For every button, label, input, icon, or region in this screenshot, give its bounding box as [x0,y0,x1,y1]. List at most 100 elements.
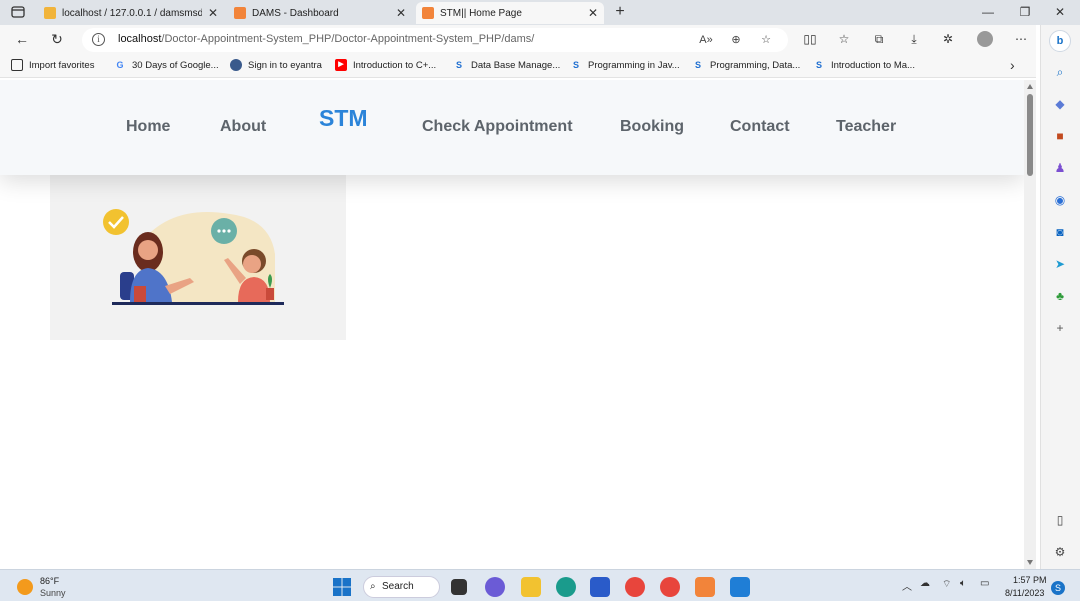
close-tab-icon[interactable]: ✕ [208,6,218,20]
scrollbar-thumb[interactable] [1027,94,1033,176]
screen: localhost / 127.0.0.1 / damsmsdb ✕ DAMS … [0,0,1080,601]
chrome-icon[interactable] [625,577,645,597]
settings-gear-icon[interactable]: ⚙ [1051,543,1069,561]
minimize-button[interactable]: — [970,2,1006,22]
favorite-star-icon[interactable]: ☆ [758,32,774,48]
tree-icon[interactable]: ♣ [1051,287,1069,305]
bookmark-intro-ma[interactable]: S Introduction to Ma... [813,59,915,71]
favorites-icon[interactable]: ☆ [836,31,852,47]
taskbar-search[interactable]: ⌕ Search [363,576,440,598]
chevron-up-icon[interactable]: ︿ [902,578,912,593]
refresh-button[interactable]: ↻ [47,29,67,49]
bookmark-youtube[interactable]: ▶ Introduction to C+... [335,59,436,71]
url-text[interactable]: localhost/Doctor-Appointment-System_PHP/… [118,33,534,45]
nav-teacher-link[interactable]: Teacher [836,118,896,136]
chevron-right-icon[interactable]: › [1010,57,1015,73]
site-info-icon[interactable]: i [92,33,105,46]
restore-button[interactable]: ❐ [1007,2,1043,22]
web-page: Home About STM Check Appointment Booking… [0,80,1024,569]
extensions-icon[interactable]: ✲ [940,31,956,47]
back-button[interactable]: ← [12,29,32,49]
tab-stm-home[interactable]: STM|| Home Page ✕ [416,2,604,24]
search-icon: ⌕ [370,581,376,592]
s-icon: S [455,60,462,70]
clock-time[interactable]: 1:57 PM [1013,575,1047,585]
bookmark-label: Introduction to Ma... [831,59,915,71]
page-scrollbar[interactable] [1024,80,1036,569]
store-icon[interactable] [590,577,610,597]
scroll-down-icon[interactable] [1027,560,1033,565]
vscode-icon[interactable] [730,577,750,597]
refresh-icon: ↻ [51,31,63,47]
file-explorer-icon[interactable] [521,577,541,597]
site-brand-logo[interactable]: STM [319,105,368,132]
zoom-icon[interactable]: ⊕ [728,32,744,48]
teacher-student-illustration [103,209,284,305]
start-button[interactable] [332,577,352,597]
nav-home-link[interactable]: Home [126,118,170,136]
nav-check-appointment-link[interactable]: Check Appointment [422,118,573,136]
new-tab-button[interactable]: + [610,2,630,22]
address-bar[interactable]: i localhost/Doctor-Appointment-System_PH… [82,28,788,52]
bookmark-label: Programming in Jav... [588,59,680,71]
chat-icon[interactable] [485,577,505,597]
nav-contact-link[interactable]: Contact [730,118,790,136]
bookmark-import-favorites[interactable]: Import favorites [11,59,94,71]
edge-sidebar: b ⌕ ◆ ■ ♟ ◉ ◙ ➤ ♣ + ▯ ⚙ [1040,25,1080,569]
task-view-icon[interactable] [451,579,467,595]
read-aloud-icon[interactable]: A» [698,32,714,48]
add-icon[interactable]: + [1051,319,1069,337]
send-icon[interactable]: ➤ [1051,255,1069,273]
weather-condition[interactable]: Sunny [40,588,66,598]
bookmark-eyantra[interactable]: Sign in to eyantra [230,59,322,71]
edge-browser-icon[interactable] [556,577,576,597]
url-host: localhost [118,33,162,45]
sidebar-toggle-icon[interactable]: ▯ [1051,511,1069,529]
bookmark-google[interactable]: G 30 Days of Google... [114,59,219,71]
bing-copilot-icon[interactable]: b [1049,30,1071,52]
toolbox-icon[interactable]: ■ [1051,127,1069,145]
profile-avatar[interactable] [977,31,993,47]
hero-image [50,174,346,340]
tab-dams-dashboard[interactable]: DAMS - Dashboard ✕ [228,2,412,24]
tab-actions-button[interactable] [8,4,28,20]
wifi-icon[interactable]: ⌔ [942,578,951,591]
outlook-icon[interactable]: ◙ [1051,223,1069,241]
search-icon[interactable]: ⌕ [1051,63,1069,81]
nav-about-link[interactable]: About [220,118,266,136]
scroll-up-icon[interactable] [1027,84,1033,89]
bookmarks-bar: Import favorites G 30 Days of Google... … [0,54,1036,78]
games-icon[interactable]: ♟ [1051,159,1069,177]
nav-booking-link[interactable]: Booking [620,118,684,136]
bookmark-java[interactable]: S Programming in Jav... [570,59,680,71]
sun-icon[interactable] [17,579,33,595]
battery-icon[interactable]: ▭ [980,578,989,589]
google-icon: G [116,60,124,70]
tab-phpmyadmin[interactable]: localhost / 127.0.0.1 / damsmsdb ✕ [38,2,224,24]
s-icon: S [694,60,701,70]
split-screen-icon[interactable]: ▯▯ [802,31,818,47]
arrow-left-icon: ← [15,31,29,47]
s-icon: S [815,60,822,70]
more-options-icon[interactable]: ⋯ [1013,31,1029,47]
volume-icon[interactable]: 🔈︎ [960,578,966,589]
xampp-icon[interactable] [695,577,715,597]
downloads-icon[interactable]: ⤓ [906,31,922,47]
bookmark-label: 30 Days of Google... [132,59,219,71]
tag-icon[interactable]: ◆ [1051,95,1069,113]
chrome-profile-icon[interactable] [660,577,680,597]
bookmark-programming[interactable]: S Programming, Data... [692,59,800,71]
weather-temp[interactable]: 86°F [40,576,59,586]
notification-icon[interactable]: S [1051,581,1065,595]
close-tab-icon[interactable]: ✕ [588,6,598,20]
close-window-button[interactable]: ✕ [1042,2,1078,22]
bookmark-label: Sign in to eyantra [248,59,322,71]
onedrive-icon[interactable]: ☁ [920,578,930,589]
bookmark-dbms[interactable]: S Data Base Manage... [453,59,560,71]
url-path: /Doctor-Appointment-System_PHP/Doctor-Ap… [161,33,535,45]
clock-date[interactable]: 8/11/2023 [1005,588,1044,598]
office-icon[interactable]: ◉ [1051,191,1069,209]
close-tab-icon[interactable]: ✕ [396,6,406,20]
folder-icon [11,59,23,71]
collections-icon[interactable]: ⧉ [871,31,887,47]
